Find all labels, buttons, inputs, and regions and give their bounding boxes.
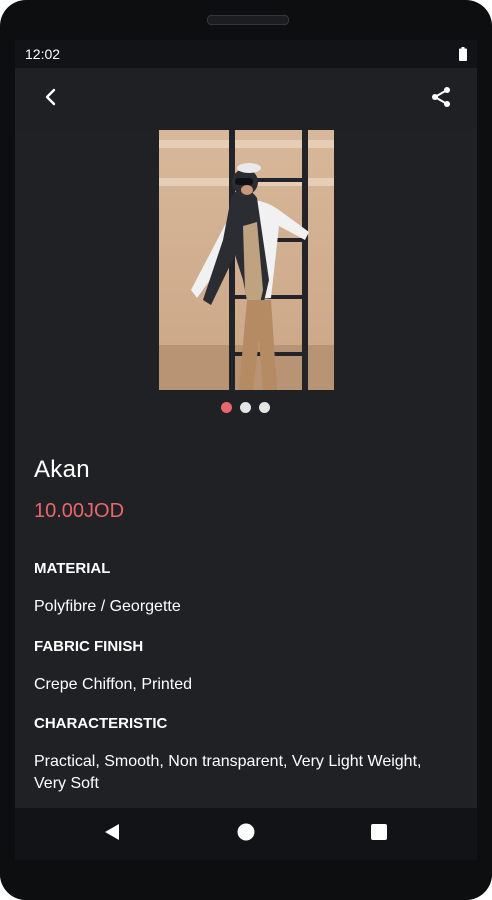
system-nav-bar [15,808,477,860]
back-button[interactable] [31,79,71,119]
share-button[interactable] [421,79,461,119]
product-detail: Akan 10.00JOD MATERIAL Polyfibre / Georg… [15,130,477,808]
square-recents-icon [370,823,388,846]
nav-back-button[interactable] [96,818,128,850]
nav-home-button[interactable] [230,818,262,850]
detail-label-material: MATERIAL [34,560,111,577]
pager-dot[interactable] [240,402,251,413]
phone-frame: 12:02 Akan 10.00JOD MATERIAL Polyfibre /… [0,0,492,900]
app-bar [15,68,477,130]
detail-value-characteristic: Practical, Smooth, Non transparent, Very… [34,753,422,792]
image-pager-dots [221,402,281,414]
detail-label-fabric-finish: FABRIC FINISH [34,638,144,655]
status-time: 12:02 [25,46,61,62]
detail-value-material: Polyfibre / Georgette [34,598,181,615]
pager-dot[interactable] [259,402,270,413]
product-name: Akan [34,456,90,483]
battery-icon [459,47,467,61]
back-arrow-icon [41,87,61,112]
phone-bottom-edge [0,868,492,900]
triangle-back-icon [103,823,121,846]
share-icon [429,85,453,114]
product-price: 10.00JOD [34,500,125,522]
pager-dot-active[interactable] [221,402,232,413]
screen: 12:02 Akan 10.00JOD MATERIAL Polyfibre /… [15,40,477,860]
nav-recents-button[interactable] [363,818,395,850]
detail-value-fabric-finish: Crepe Chiffon, Printed [34,676,193,693]
product-image[interactable] [159,130,334,390]
circle-home-icon [237,823,255,846]
detail-label-characteristic: CHARACTERISTIC [34,715,168,732]
speaker-grille [207,15,289,25]
status-bar: 12:02 [15,40,477,68]
